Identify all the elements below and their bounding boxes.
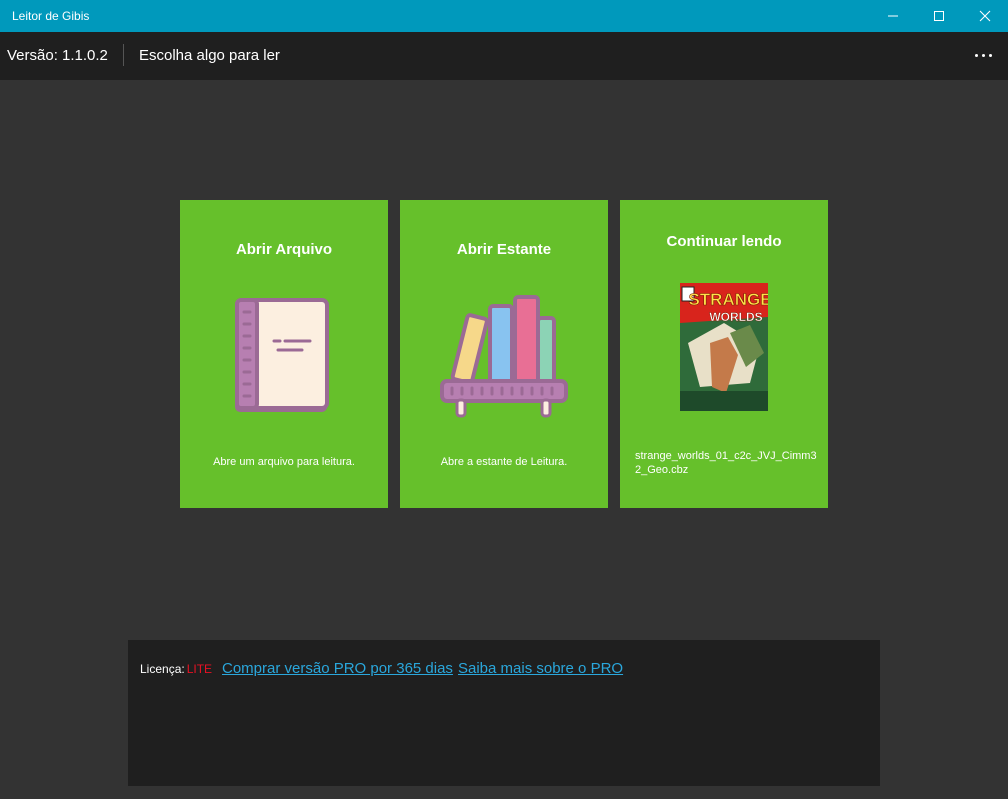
close-icon [979,10,991,22]
open-shelf-card[interactable]: Abrir Estante Abre a estante de Leitura. [400,200,608,508]
continue-reading-title: Continuar lendo [666,233,782,250]
more-dot-icon [988,53,992,57]
license-label: Licença: LITE [140,662,212,676]
minimize-button[interactable] [870,0,916,32]
app-bar: Versão: 1.1.0.2 Escolha algo para ler [0,32,1008,80]
license-panel: Licença: LITE Comprar versão PRO por 365 … [128,640,880,786]
license-value: LITE [186,662,213,676]
buy-pro-link[interactable]: Comprar versão PRO por 365 dias [222,660,453,677]
license-label-text: Licença: [140,662,185,676]
maximize-icon [934,11,944,21]
version-value: 1.1.0.2 [62,47,108,64]
more-dot-icon [981,53,985,57]
minimize-icon [888,15,898,17]
comic-cover-thumbnail[interactable]: STRANGE WORLDS [680,283,768,411]
window-title: Leitor de Gibis [12,9,90,23]
more-options-button[interactable] [966,40,1000,70]
open-file-description: Abre um arquivo para leitura. [213,456,355,468]
cover-title-top: STRANGE [688,290,768,309]
cover-title-bottom: WORLDS [709,310,762,324]
continue-reading-filename: strange_worlds_01_c2c_JVJ_Cimm32_Geo.cbz [635,450,817,476]
app-bar-divider [123,44,124,66]
continue-reading-card[interactable]: Continuar lendo STRANGE WORLDS strange_w… [620,200,828,508]
version-label: Versão: [7,47,58,64]
more-dot-icon [974,53,978,57]
learn-pro-link[interactable]: Saiba mais sobre o PRO [458,660,623,677]
open-shelf-description: Abre a estante de Leitura. [440,456,568,468]
title-bar: Leitor de Gibis [0,0,1008,32]
open-file-card[interactable]: Abrir Arquivo Abre um arquivo para leitu… [180,200,388,508]
close-button[interactable] [962,0,1008,32]
page-subtitle: Escolha algo para ler [139,47,280,64]
maximize-button[interactable] [916,0,962,32]
comic-cover-art: STRANGE WORLDS [680,283,768,411]
